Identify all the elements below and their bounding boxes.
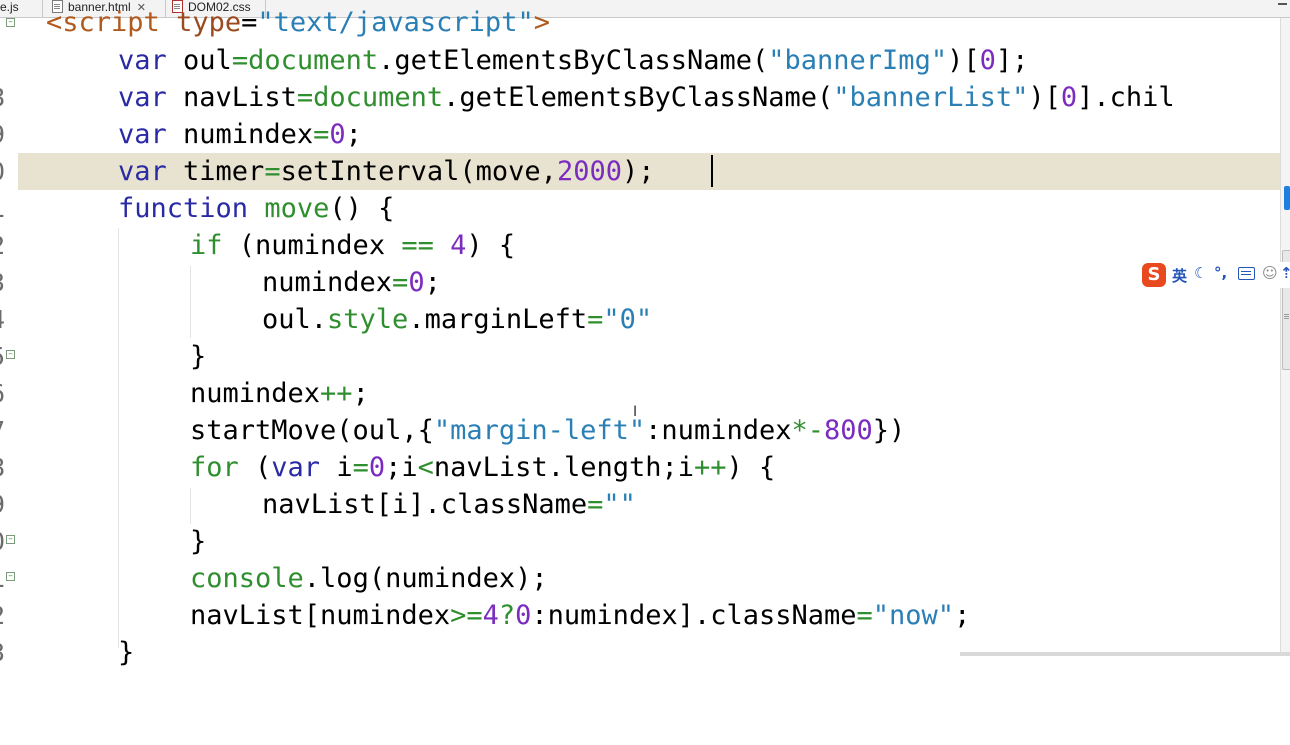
fold-toggle-icon[interactable]: − <box>6 350 15 359</box>
code-line: 4 numindex=0; <box>0 264 1280 334</box>
punctuation-icon[interactable]: °, <box>1214 264 1227 282</box>
code-line: 8 startMove(oul,{"margin-left":numindex*… <box>0 412 1280 482</box>
code-line: 0 navList[i].className="" <box>0 486 1280 556</box>
indent-guide <box>190 488 191 524</box>
overview-marker[interactable] <box>1284 186 1290 210</box>
keyboard-icon[interactable] <box>1238 267 1255 280</box>
indent-guide <box>190 266 191 338</box>
moon-icon[interactable]: ☾ <box>1194 264 1207 282</box>
text-caret <box>711 155 713 187</box>
fold-toggle-icon[interactable]: − <box>6 18 15 27</box>
sogou-logo-icon[interactable]: S <box>1142 263 1166 287</box>
code-line: 3 navList[numindex>=4?0:numindex].classN… <box>0 597 1280 667</box>
code-line: 9 var navList=document.getElementsByClas… <box>0 79 1280 149</box>
more-icon[interactable]: ⇡ <box>1280 264 1290 282</box>
code-line: 0 var numindex=0; <box>0 116 1280 186</box>
scrollbar-grip-icon <box>1284 314 1289 315</box>
code-line: 6 } <box>0 338 1280 408</box>
code-line: 1 } <box>0 523 1280 593</box>
indent-guide <box>118 228 119 648</box>
fold-toggle-icon[interactable]: − <box>6 535 15 544</box>
ime-language-toggle[interactable]: 英 <box>1172 265 1187 286</box>
code-line: 2 function move() { <box>0 190 1280 260</box>
user-icon[interactable]: ☺ <box>1262 264 1278 282</box>
code-line: 5 oul.style.marginLeft="0" <box>0 301 1280 371</box>
code-line: <script type="text/javascript"> <box>46 7 550 38</box>
line-number: 0 <box>0 153 10 190</box>
current-code-line: 1 var timer=setInterval(move,2000); <box>0 153 1280 223</box>
code-line: 8 var oul=document.getElementsByClassNam… <box>0 42 1280 112</box>
ime-toolbar[interactable]: S 英 ☾ °, ☺ ⇡ <box>1140 262 1290 288</box>
code-line: 9 for (var i=0;i<navList.length;i++) { <box>0 449 1280 519</box>
code-line: 7 numindex++; <box>0 375 1280 445</box>
code-line: 3 if (numindex == 4) { <box>0 227 1280 297</box>
fold-toggle-icon[interactable]: − <box>6 572 15 581</box>
code-editor[interactable]: <script type="text/javascript"> 8 var ou… <box>0 0 1280 668</box>
code-line: 2 console.log(numindex); <box>0 560 1280 630</box>
ibeam-cursor-icon: I <box>633 404 638 420</box>
horizontal-scroll-edge <box>960 652 1290 656</box>
